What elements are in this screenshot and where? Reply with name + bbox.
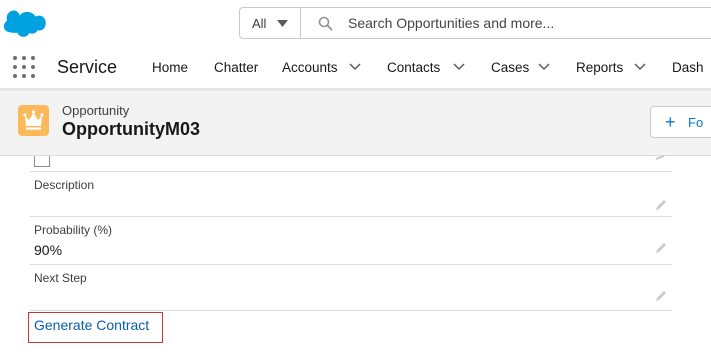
chevron-down-icon[interactable] [453, 63, 465, 71]
chevron-down-icon[interactable] [538, 63, 550, 71]
plus-icon: + [665, 112, 676, 132]
chevron-down-icon[interactable] [349, 63, 361, 71]
nav-item-home[interactable]: Home [152, 60, 188, 75]
record-detail-panel: Description Probability (%) 90% Next Ste… [0, 156, 711, 356]
record-name: OpportunityM03 [62, 119, 200, 139]
record-header: Opportunity OpportunityM03 + Fo [0, 91, 711, 156]
pencil-icon[interactable] [654, 241, 668, 255]
field-label: Probability (%) [34, 223, 113, 237]
app-nav-bar: Service Home Chatter Accounts Contacts C… [0, 46, 711, 91]
follow-button[interactable]: + Fo [650, 106, 711, 138]
nav-item-contacts[interactable]: Contacts [387, 60, 440, 75]
crown-icon [23, 110, 44, 130]
nav-item-chatter[interactable]: Chatter [214, 60, 258, 75]
nav-item-cases[interactable]: Cases [491, 60, 529, 75]
search-scope-label: All [252, 15, 267, 31]
field-label: Next Step [34, 271, 87, 285]
app-launcher-icon[interactable] [13, 56, 35, 78]
field-value: 90% [34, 242, 63, 258]
opportunity-record-icon [18, 105, 49, 136]
follow-button-label: Fo [688, 115, 704, 130]
pencil-icon[interactable] [654, 156, 666, 160]
search-scope-select[interactable]: All [240, 8, 301, 38]
app-name: Service [57, 57, 118, 77]
search-input[interactable] [348, 12, 698, 34]
chevron-down-icon[interactable] [634, 63, 646, 71]
record-type-label: Opportunity [62, 103, 130, 118]
nav-item-accounts[interactable]: Accounts [282, 60, 338, 75]
salesforce-cloud-icon[interactable] [4, 7, 48, 41]
pencil-icon[interactable] [654, 289, 668, 303]
field-description: Description [30, 172, 672, 217]
global-header: All [0, 0, 711, 46]
pencil-icon[interactable] [654, 198, 668, 212]
caret-down-icon [277, 20, 288, 27]
field-next-step: Next Step [30, 265, 672, 311]
field-label: Description [34, 178, 95, 192]
field-probability: Probability (%) 90% [30, 217, 672, 265]
generate-contract-highlight: Generate Contract [28, 312, 163, 343]
generate-contract-link[interactable]: Generate Contract [34, 317, 149, 333]
nav-item-dashboards[interactable]: Dash [672, 60, 704, 75]
nav-item-reports[interactable]: Reports [576, 60, 623, 75]
global-search: All [239, 7, 711, 39]
checkbox-field[interactable] [34, 156, 50, 167]
search-icon [318, 16, 333, 31]
